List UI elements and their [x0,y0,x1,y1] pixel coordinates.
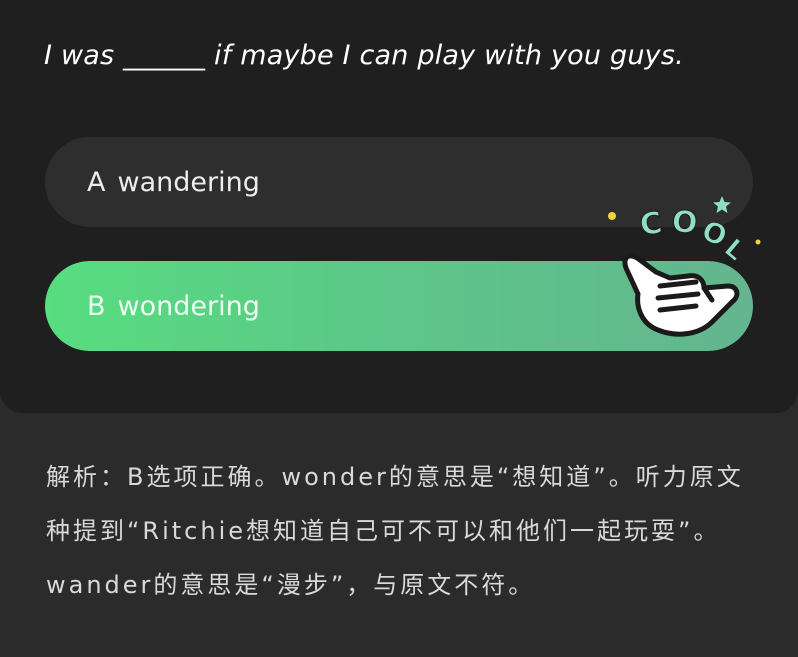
question-card: I was ______ if maybe I can play with yo… [0,0,798,413]
option-b-letter: B [87,290,106,322]
sticker-letter-c: C [638,205,665,243]
option-a-letter: A [87,166,106,198]
option-b-text: wondering [117,290,260,322]
sticker-letter-o1: O [670,204,698,241]
cool-hand-sticker-icon: C O O L [608,196,761,337]
question-text: I was ______ if maybe I can play with yo… [44,40,684,71]
option-a-text: wandering [117,166,260,198]
explanation-text: 解析：B选项正确。wonder的意思是“想知道”。听力原文种提到“Ritchie… [46,463,744,599]
